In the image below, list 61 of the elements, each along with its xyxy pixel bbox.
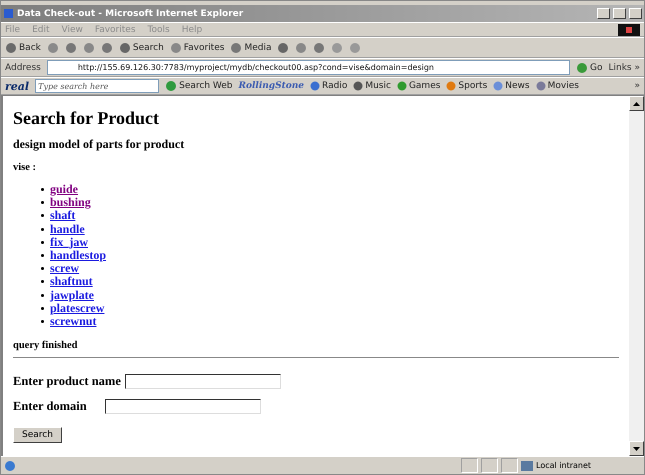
bullet-icon — [41, 294, 44, 297]
bullet-icon — [41, 228, 44, 231]
toolbar-link[interactable]: Games — [396, 81, 440, 91]
toolbar-link[interactable]: Music — [353, 81, 391, 91]
part-link[interactable]: guide — [50, 182, 78, 198]
bullet-icon — [41, 267, 44, 270]
toolbar-link[interactable]: Movies — [536, 81, 579, 91]
input-field[interactable] — [125, 374, 281, 390]
group-label: vise : — [13, 162, 38, 173]
bullet-icon — [41, 201, 44, 204]
more-button[interactable]: » — [634, 81, 640, 91]
scroll-down-icon[interactable] — [633, 446, 640, 450]
go-button[interactable]: Go — [576, 62, 602, 74]
maximize-button[interactable] — [613, 8, 626, 19]
part-link[interactable]: fix_jaw — [50, 234, 88, 250]
status-pane — [501, 458, 518, 473]
field-label: Enter domain — [13, 399, 88, 414]
part-link[interactable]: platescrew — [50, 300, 104, 316]
bullet-icon — [41, 320, 44, 323]
toolbar-button[interactable]: Search — [118, 42, 164, 54]
status-pane — [461, 458, 478, 473]
part-link[interactable]: screw — [50, 261, 80, 276]
scroll-up-icon[interactable] — [633, 102, 640, 106]
zone-label: Local intranet — [521, 460, 641, 470]
part-link[interactable]: screwnut — [50, 314, 96, 329]
bullet-icon — [41, 188, 44, 192]
status-message: query finished — [13, 340, 78, 352]
page-subheading: design model of parts for product — [13, 137, 186, 152]
minimize-button[interactable] — [597, 8, 610, 19]
window-title: Data Check-out - Microsoft Internet Explorer — [17, 8, 244, 18]
toolbar-button[interactable]: Back — [5, 42, 41, 54]
bullet-icon — [41, 280, 44, 284]
toolbar-link[interactable]: News — [493, 81, 530, 91]
status-pane — [481, 458, 498, 473]
bullet-icon — [41, 240, 44, 244]
part-link[interactable]: jawplate — [50, 288, 94, 303]
brand-label: real — [5, 80, 30, 92]
part-link[interactable]: shaftnut — [50, 274, 93, 290]
search-web-button[interactable]: Search Web — [165, 80, 233, 92]
toolbar-link[interactable]: Radio — [310, 81, 348, 91]
logo-label: RollingStone — [238, 81, 304, 91]
part-link[interactable]: handle — [50, 222, 85, 237]
close-button[interactable] — [629, 8, 642, 19]
toolbar-button[interactable]: Media — [230, 42, 272, 54]
field-label: Enter product name — [13, 374, 122, 390]
address-field[interactable]: http://155.69.126.30:7783/myproject/mydb/checkout00.asp?cond=vise&domain=design — [46, 60, 570, 75]
search-button[interactable]: Search — [13, 427, 62, 444]
page-heading: Search for Product — [13, 108, 160, 129]
search-field[interactable]: Type search here — [35, 79, 160, 93]
input-field[interactable] — [105, 399, 261, 414]
part-link[interactable]: handlestop — [50, 248, 106, 264]
toolbar-link[interactable]: Sports — [446, 81, 488, 91]
links-button[interactable]: Links » — [608, 62, 640, 72]
scrollbar[interactable] — [629, 96, 644, 456]
bullet-icon — [41, 306, 44, 310]
bullet-icon — [41, 254, 44, 258]
part-link[interactable]: shaft — [50, 208, 76, 224]
bullet-icon — [41, 214, 44, 218]
part-link[interactable]: bushing — [50, 195, 91, 210]
toolbar-button[interactable]: Favorites — [170, 42, 224, 54]
address-label: Address — [5, 62, 41, 72]
